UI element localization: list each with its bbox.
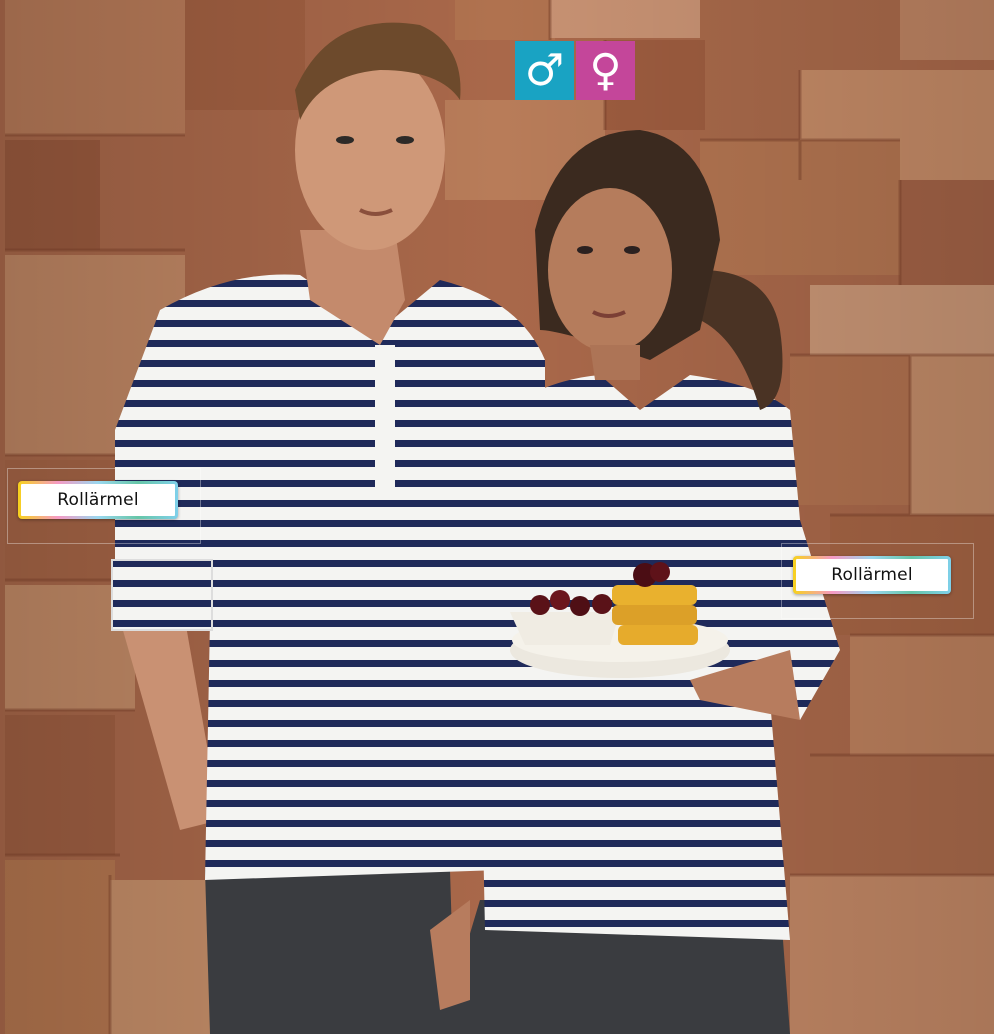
gender-badges: ♂ ♀: [515, 41, 635, 100]
product-photo: ♂ ♀ Rollärmel Rollärmel: [0, 0, 994, 1034]
male-symbol-icon: ♂: [515, 41, 574, 100]
rollsleeve-label-left: Rollärmel: [18, 481, 178, 519]
rollsleeve-label-right: Rollärmel: [793, 556, 951, 594]
female-symbol-icon: ♀: [576, 41, 635, 100]
